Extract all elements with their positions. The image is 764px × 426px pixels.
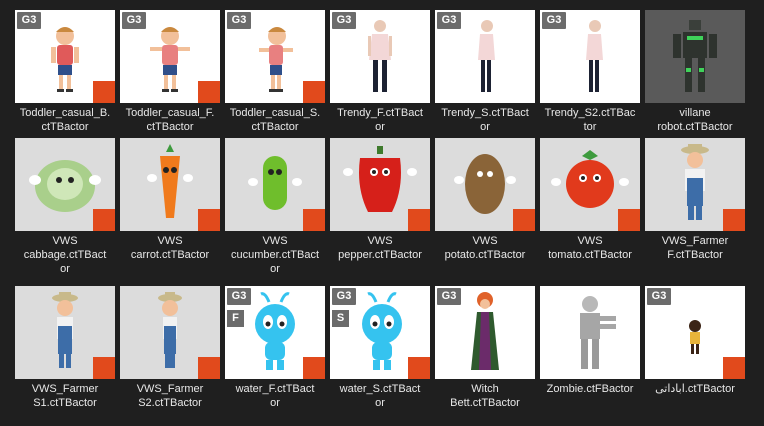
g3-badge: G3 xyxy=(542,12,566,29)
reallusion-logo-icon xyxy=(303,209,325,231)
reallusion-logo-icon xyxy=(198,357,220,379)
g3-badge: G3 xyxy=(437,288,461,305)
thumbnail xyxy=(645,10,745,103)
actor-tile-vws-carrot[interactable]: VWS carrot.ctTBactor xyxy=(117,138,221,278)
thumbnail: G3 xyxy=(225,10,325,103)
reallusion-logo-icon xyxy=(93,209,115,231)
actor-tile-toddler-casual-f[interactable]: G3 Toddler_casual_F. ctTBactor xyxy=(117,10,221,150)
actor-filename: VWS cucumber.ctTBact or xyxy=(230,235,320,275)
actor-filename: VWS cabbage.ctTBact or xyxy=(23,235,107,275)
mummy-zombie-icon xyxy=(580,296,616,369)
robot-icon xyxy=(673,20,717,92)
actor-filename: VWS_Farmer F.ctTBactor xyxy=(661,235,729,261)
actor-filename: VWS potato.ctTBactor xyxy=(444,235,526,261)
actor-tile-zombie[interactable]: Zombie.ctFBactor xyxy=(537,286,641,426)
thumbnail xyxy=(15,286,115,379)
actor-tile-witch-bett[interactable]: G3 Witch Bett.ctTBactor xyxy=(432,286,536,426)
thumbnail: G3 S xyxy=(330,286,430,379)
actor-tile-water-s[interactable]: G3 S water_S.ctTBact or xyxy=(327,286,431,426)
reallusion-logo-icon xyxy=(198,81,220,103)
actor-filename: اباداتی.ctTBactor xyxy=(655,383,735,395)
actor-tile-toddler-casual-b[interactable]: G3 Toddler_casual_B. ctTBactor xyxy=(12,10,116,150)
actor-tile-vws-farmer-s1[interactable]: VWS_Farmer S1.ctTBactor xyxy=(12,286,116,426)
actor-filename: VWS carrot.ctTBactor xyxy=(130,235,210,261)
actor-filename: Trendy_S2.ctTBac tor xyxy=(544,107,636,133)
actor-filename: VWS_Farmer S1.ctTBactor xyxy=(31,383,99,409)
g3-badge: G3 xyxy=(332,288,356,305)
thumbnail xyxy=(540,286,640,379)
reallusion-logo-icon xyxy=(513,209,535,231)
actor-filename: Toddler_casual_B. ctTBactor xyxy=(19,107,111,133)
actor-filename: Witch Bett.ctTBactor xyxy=(450,383,520,409)
thumbnail: G3 xyxy=(435,286,535,379)
actor-filename: water_F.ctTBact or xyxy=(235,383,315,409)
actor-filename: Toddler_casual_F. ctTBactor xyxy=(125,107,215,133)
reallusion-logo-icon xyxy=(93,81,115,103)
actor-tile-vws-farmer-f[interactable]: VWS_Farmer F.ctTBactor xyxy=(642,138,746,278)
actor-filename: water_S.ctTBact or xyxy=(339,383,421,409)
g3-badge: G3 xyxy=(437,12,461,29)
actor-tile-vws-tomato[interactable]: VWS tomato.ctTBactor xyxy=(537,138,641,278)
actor-tile-villane-robot[interactable]: villane robot.ctTBactor xyxy=(642,10,746,150)
g3-badge: G3 xyxy=(647,288,671,305)
actor-tile-trendy-s[interactable]: G3 Trendy_S.ctTBact or xyxy=(432,10,536,150)
actor-tile-vws-farmer-s2[interactable]: VWS_Farmer S2.ctTBactor xyxy=(117,286,221,426)
side-badge: S xyxy=(332,310,349,327)
reallusion-logo-icon xyxy=(303,81,325,103)
actor-tile-abadani[interactable]: G3 اباداتی.ctTBactor xyxy=(642,286,746,426)
actor-tile-toddler-casual-s[interactable]: G3 Toddler_casual_S. ctTBactor xyxy=(222,10,326,150)
g3-badge: G3 xyxy=(227,288,251,305)
thumbnail xyxy=(120,286,220,379)
g3-badge: G3 xyxy=(17,12,41,29)
actor-grid: G3 Toddler_casual_B. ctTBactor G3 Toddle… xyxy=(0,0,764,415)
actor-filename: Toddler_casual_S. ctTBactor xyxy=(229,107,321,133)
thumbnail: G3 F xyxy=(225,286,325,379)
thumbnail xyxy=(435,138,535,231)
reallusion-logo-icon xyxy=(408,357,430,379)
thumbnail: G3 xyxy=(330,10,430,103)
thumbnail xyxy=(225,138,325,231)
actor-tile-vws-cabbage[interactable]: VWS cabbage.ctTBact or xyxy=(12,138,116,278)
g3-badge: G3 xyxy=(332,12,356,29)
actor-tile-trendy-f[interactable]: G3 Trendy_F.ctTBact or xyxy=(327,10,431,150)
thumbnail: G3 xyxy=(540,10,640,103)
thumbnail: G3 xyxy=(15,10,115,103)
reallusion-logo-icon xyxy=(723,357,745,379)
reallusion-logo-icon xyxy=(198,209,220,231)
actor-tile-water-f[interactable]: G3 F water_F.ctTBact or xyxy=(222,286,326,426)
actor-tile-vws-pepper[interactable]: VWS pepper.ctTBactor xyxy=(327,138,431,278)
thumbnail: G3 xyxy=(120,10,220,103)
g3-badge: G3 xyxy=(122,12,146,29)
actor-tile-trendy-s2[interactable]: G3 Trendy_S2.ctTBac tor xyxy=(537,10,641,150)
reallusion-logo-icon xyxy=(618,209,640,231)
actor-filename: villane robot.ctTBactor xyxy=(657,107,733,133)
thumbnail xyxy=(120,138,220,231)
actor-filename: VWS tomato.ctTBactor xyxy=(548,235,632,261)
thumbnail xyxy=(540,138,640,231)
actor-filename: Zombie.ctFBactor xyxy=(546,383,634,395)
thumbnail: G3 xyxy=(435,10,535,103)
reallusion-logo-icon xyxy=(723,209,745,231)
actor-filename: Trendy_F.ctTBact or xyxy=(337,107,423,133)
actor-filename: VWS_Farmer S2.ctTBactor xyxy=(136,383,204,409)
actor-filename: VWS pepper.ctTBactor xyxy=(338,235,422,261)
actor-tile-vws-cucumber[interactable]: VWS cucumber.ctTBact or xyxy=(222,138,326,278)
actor-filename: Trendy_S.ctTBact or xyxy=(441,107,529,133)
actor-tile-vws-potato[interactable]: VWS potato.ctTBactor xyxy=(432,138,536,278)
reallusion-logo-icon xyxy=(408,209,430,231)
thumbnail xyxy=(15,138,115,231)
g3-badge: G3 xyxy=(227,12,251,29)
thumbnail: G3 xyxy=(645,286,745,379)
reallusion-logo-icon xyxy=(93,357,115,379)
reallusion-logo-icon xyxy=(303,357,325,379)
front-badge: F xyxy=(227,310,244,327)
thumbnail xyxy=(330,138,430,231)
thumbnail xyxy=(645,138,745,231)
